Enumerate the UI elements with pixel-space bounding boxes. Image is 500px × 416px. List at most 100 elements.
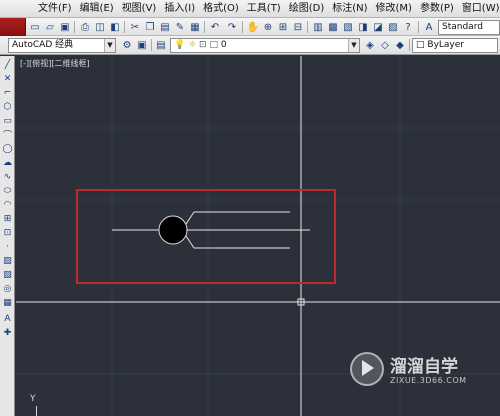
separator bbox=[409, 39, 410, 51]
make-block-icon[interactable]: ⊡ bbox=[1, 226, 14, 239]
plot-preview-icon[interactable]: ◫ bbox=[93, 20, 107, 34]
pan-icon[interactable]: ✋ bbox=[246, 20, 260, 34]
drawn-line-upper-diag[interactable] bbox=[185, 211, 195, 225]
workspace-save-icon[interactable]: ▣ bbox=[135, 38, 149, 52]
markup-icon[interactable]: ◪ bbox=[371, 20, 385, 34]
ellipse-arc-icon[interactable]: ◠ bbox=[1, 198, 14, 211]
drawn-circle[interactable] bbox=[158, 215, 188, 245]
layer-states-icon[interactable]: ◆ bbox=[393, 38, 407, 52]
text-style-select[interactable]: Standard bbox=[438, 20, 500, 35]
zoom-realtime-icon[interactable]: ⊕ bbox=[261, 20, 275, 34]
viewport-controls[interactable]: [-][俯视][二维线框] bbox=[20, 58, 90, 69]
menu-insert[interactable]: 插入(I) bbox=[160, 0, 199, 18]
text-style-value: Standard bbox=[442, 22, 483, 32]
arc-icon[interactable]: ⌒ bbox=[1, 128, 14, 141]
text-style-icon[interactable]: A bbox=[422, 20, 436, 34]
table-icon[interactable]: ▦ bbox=[1, 296, 14, 309]
color-swatch: □ bbox=[416, 40, 425, 50]
highlight-box bbox=[76, 189, 336, 284]
menu-draw[interactable]: 绘图(D) bbox=[285, 0, 329, 18]
calculator-icon[interactable]: ▨ bbox=[386, 20, 400, 34]
ucs-y-label: Y bbox=[30, 394, 36, 404]
menu-modify[interactable]: 修改(M) bbox=[372, 0, 416, 18]
layer-properties-icon[interactable]: ▤ bbox=[154, 38, 168, 52]
workspace-select[interactable]: AutoCAD 经典 ▼ bbox=[8, 38, 116, 53]
drawn-line-lower-diag[interactable] bbox=[185, 235, 195, 249]
layer-select[interactable]: 💡 ☼ ⊡ □ 0 ▼ bbox=[170, 38, 360, 53]
separator bbox=[204, 21, 205, 33]
design-center-icon[interactable]: ▩ bbox=[326, 20, 340, 34]
separator bbox=[418, 21, 419, 33]
menu-items: 文件(F) 编辑(E) 视图(V) 插入(I) 格式(O) 工具(T) 绘图(D… bbox=[34, 0, 500, 18]
menu-view[interactable]: 视图(V) bbox=[118, 0, 161, 18]
multiline-text-icon[interactable]: A bbox=[1, 312, 14, 325]
spline-icon[interactable]: ∿ bbox=[1, 170, 14, 183]
separator bbox=[242, 21, 243, 33]
layer-thaw-icon: ☼ bbox=[188, 40, 197, 50]
separator bbox=[307, 21, 308, 33]
redo-icon[interactable]: ↷ bbox=[225, 20, 239, 34]
layer-color-icon: □ bbox=[209, 40, 218, 50]
point-icon[interactable]: · bbox=[1, 240, 14, 253]
layer-lock-icon: ⊡ bbox=[199, 40, 207, 50]
match-properties-icon[interactable]: ✎ bbox=[173, 20, 187, 34]
properties-icon[interactable]: ▥ bbox=[311, 20, 325, 34]
polyline-icon[interactable]: ⌐ bbox=[1, 86, 14, 99]
paste-icon[interactable]: ▤ bbox=[158, 20, 172, 34]
workspace-value: AutoCAD 经典 bbox=[12, 40, 74, 50]
print-icon[interactable]: ⎙ bbox=[78, 20, 92, 34]
ucs-icon bbox=[36, 406, 37, 416]
polygon-icon[interactable]: ⬡ bbox=[1, 100, 14, 113]
insert-block-icon[interactable]: ⊞ bbox=[1, 212, 14, 225]
save-icon[interactable]: ▣ bbox=[58, 20, 72, 34]
zoom-window-icon[interactable]: ⊞ bbox=[276, 20, 290, 34]
menu-parametric[interactable]: 参数(P) bbox=[416, 0, 458, 18]
hatch-icon[interactable]: ▨ bbox=[1, 254, 14, 267]
tool-palettes-icon[interactable]: ▧ bbox=[341, 20, 355, 34]
menu-file[interactable]: 文件(F) bbox=[34, 0, 76, 18]
cut-icon[interactable]: ✂ bbox=[128, 20, 142, 34]
drawing-canvas[interactable]: [-][俯视][二维线框] Y 溜溜自学 ZIXUE.3D66.COM bbox=[16, 56, 500, 416]
color-value: ByLayer bbox=[427, 40, 464, 50]
copy-icon[interactable]: ❐ bbox=[143, 20, 157, 34]
color-select[interactable]: □ ByLayer bbox=[412, 38, 498, 53]
layer-previous-icon[interactable]: ◇ bbox=[378, 38, 392, 52]
watermark: 溜溜自学 ZIXUE.3D66.COM bbox=[350, 350, 470, 396]
revision-cloud-icon[interactable]: ☁ bbox=[1, 156, 14, 169]
publish-icon[interactable]: ◧ bbox=[108, 20, 122, 34]
open-file-icon[interactable]: ▱ bbox=[43, 20, 57, 34]
line-icon[interactable]: ╱ bbox=[1, 58, 14, 71]
workspace-settings-icon[interactable]: ⚙ bbox=[120, 38, 134, 52]
menu-window[interactable]: 窗口(W) bbox=[458, 0, 500, 18]
standard-toolbar: ▭ ▱ ▣ ⎙ ◫ ◧ ✂ ❐ ▤ ✎ ▦ ↶ ↷ ✋ ⊕ ⊞ ⊟ ▥ ▩ ▧ … bbox=[26, 18, 500, 36]
menu-dimension[interactable]: 标注(N) bbox=[328, 0, 371, 18]
construction-line-icon[interactable]: ✕ bbox=[1, 72, 14, 85]
separator bbox=[74, 21, 75, 33]
help-icon[interactable]: ? bbox=[401, 20, 415, 34]
menu-tools[interactable]: 工具(T) bbox=[243, 0, 285, 18]
menu-edit[interactable]: 编辑(E) bbox=[76, 0, 118, 18]
zoom-previous-icon[interactable]: ⊟ bbox=[291, 20, 305, 34]
layers-toolbar: AutoCAD 经典 ▼ ⚙ ▣ ▤ 💡 ☼ ⊡ □ 0 ▼ ◈ ◇ ◆ □ B… bbox=[0, 36, 500, 55]
autocad-window: A 文件(F) 编辑(E) 视图(V) 插入(I) 格式(O) 工具(T) 绘图… bbox=[0, 0, 500, 416]
new-file-icon[interactable]: ▭ bbox=[28, 20, 42, 34]
separator bbox=[124, 21, 125, 33]
undo-icon[interactable]: ↶ bbox=[208, 20, 222, 34]
rectangle-icon[interactable]: ▭ bbox=[1, 114, 14, 127]
menu-bar: 文件(F) 编辑(E) 视图(V) 插入(I) 格式(O) 工具(T) 绘图(D… bbox=[0, 0, 500, 18]
circle-icon[interactable]: ◯ bbox=[1, 142, 14, 155]
watermark-brand: 溜溜自学 bbox=[390, 357, 458, 377]
block-editor-icon[interactable]: ▦ bbox=[188, 20, 202, 34]
ellipse-icon[interactable]: ⬭ bbox=[1, 184, 14, 197]
menu-format[interactable]: 格式(O) bbox=[199, 0, 243, 18]
play-icon bbox=[362, 360, 374, 376]
layer-value: 0 bbox=[220, 40, 227, 50]
watermark-url: ZIXUE.3D66.COM bbox=[390, 376, 467, 385]
region-icon[interactable]: ◎ bbox=[1, 282, 14, 295]
sheet-set-icon[interactable]: ◨ bbox=[356, 20, 370, 34]
gradient-icon[interactable]: ▧ bbox=[1, 268, 14, 281]
layer-on-icon: 💡 bbox=[174, 40, 186, 50]
draw-toolbar: ╱ ✕ ⌐ ⬡ ▭ ⌒ ◯ ☁ ∿ ⬭ ◠ ⊞ ⊡ · ▨ ▧ ◎ ▦ A ✚ bbox=[0, 56, 15, 416]
make-current-layer-icon[interactable]: ◈ bbox=[363, 38, 377, 52]
add-selected-icon[interactable]: ✚ bbox=[1, 326, 14, 339]
